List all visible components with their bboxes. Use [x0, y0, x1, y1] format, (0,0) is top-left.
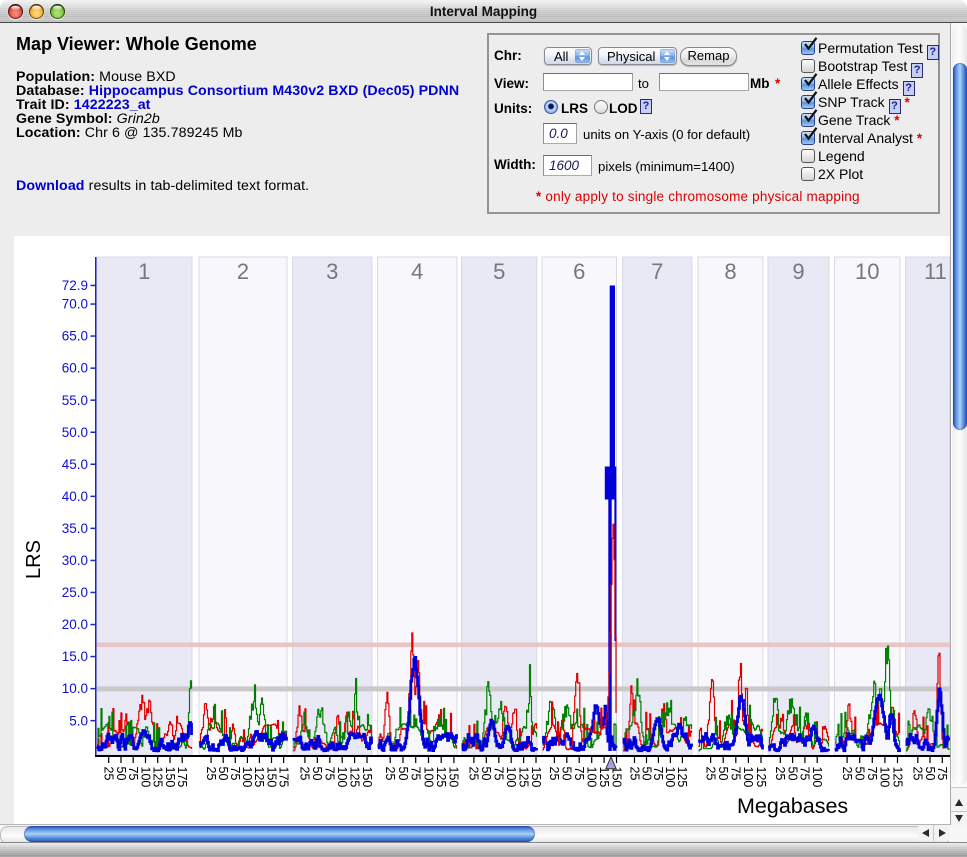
svg-text:75: 75	[651, 767, 665, 781]
svg-text:35.0: 35.0	[62, 521, 88, 536]
svg-text:75: 75	[572, 767, 586, 781]
svg-text:125: 125	[516, 767, 530, 788]
svg-text:175: 175	[276, 767, 290, 788]
svg-text:75: 75	[323, 767, 337, 781]
svg-text:100: 100	[585, 767, 599, 788]
svg-text:75: 75	[798, 767, 812, 781]
svg-text:100: 100	[240, 767, 254, 788]
svg-text:7: 7	[651, 259, 663, 284]
svg-text:25: 25	[911, 767, 925, 781]
svg-text:75: 75	[126, 767, 140, 781]
svg-text:3: 3	[326, 259, 338, 284]
svg-text:100: 100	[741, 767, 755, 788]
svg-text:125: 125	[347, 767, 361, 788]
svg-text:125: 125	[151, 767, 165, 788]
svg-text:10.0: 10.0	[62, 681, 88, 696]
svg-text:50: 50	[923, 767, 937, 781]
svg-text:50: 50	[785, 767, 799, 781]
svg-text:45.0: 45.0	[62, 457, 88, 472]
svg-text:50: 50	[310, 767, 324, 781]
svg-text:25: 25	[773, 767, 787, 781]
svg-text:50: 50	[560, 767, 574, 781]
svg-text:150: 150	[529, 767, 543, 788]
svg-text:72.9: 72.9	[62, 278, 88, 293]
svg-text:150: 150	[447, 767, 461, 788]
svg-text:50: 50	[114, 767, 128, 781]
svg-text:175: 175	[175, 767, 189, 788]
svg-text:100: 100	[138, 767, 152, 788]
svg-text:50: 50	[216, 767, 230, 781]
svg-text:50: 50	[716, 767, 730, 781]
svg-text:70.0: 70.0	[62, 297, 88, 312]
svg-text:75: 75	[729, 767, 743, 781]
svg-text:30.0: 30.0	[62, 553, 88, 568]
svg-text:25: 25	[627, 767, 641, 781]
svg-text:25: 25	[204, 767, 218, 781]
svg-text:150: 150	[163, 767, 177, 788]
svg-text:150: 150	[264, 767, 278, 788]
svg-text:Megabases: Megabases	[737, 794, 848, 818]
svg-text:65.0: 65.0	[62, 329, 88, 344]
svg-text:100: 100	[504, 767, 518, 788]
svg-text:125: 125	[434, 767, 448, 788]
svg-text:150: 150	[360, 767, 374, 788]
svg-text:50: 50	[396, 767, 410, 781]
svg-text:55.0: 55.0	[62, 393, 88, 408]
svg-text:75: 75	[228, 767, 242, 781]
svg-text:75: 75	[492, 767, 506, 781]
svg-text:75: 75	[935, 767, 949, 781]
svg-text:25: 25	[703, 767, 717, 781]
svg-text:150: 150	[609, 767, 623, 788]
svg-text:100: 100	[810, 767, 824, 788]
svg-text:10: 10	[855, 259, 879, 284]
svg-text:LRS: LRS	[23, 540, 45, 579]
svg-text:25: 25	[840, 767, 854, 781]
svg-text:40.0: 40.0	[62, 489, 88, 504]
svg-text:6: 6	[573, 259, 585, 284]
svg-text:100: 100	[663, 767, 677, 788]
svg-text:5: 5	[493, 259, 505, 284]
svg-text:100: 100	[878, 767, 892, 788]
svg-text:125: 125	[252, 767, 266, 788]
svg-text:75: 75	[409, 767, 423, 781]
svg-text:5.0: 5.0	[69, 713, 88, 728]
svg-text:4: 4	[411, 259, 423, 284]
svg-text:125: 125	[754, 767, 768, 788]
svg-text:15.0: 15.0	[62, 649, 88, 664]
svg-text:11: 11	[924, 259, 947, 284]
svg-text:125: 125	[597, 767, 611, 788]
svg-text:100: 100	[421, 767, 435, 788]
svg-text:25.0: 25.0	[62, 585, 88, 600]
svg-text:125: 125	[890, 767, 904, 788]
svg-text:9: 9	[792, 259, 804, 284]
svg-text:8: 8	[724, 259, 736, 284]
svg-text:1: 1	[138, 259, 150, 284]
svg-text:125: 125	[675, 767, 689, 788]
svg-text:50: 50	[639, 767, 653, 781]
svg-text:25: 25	[298, 767, 312, 781]
svg-text:75: 75	[865, 767, 879, 781]
svg-text:60.0: 60.0	[62, 361, 88, 376]
svg-text:50.0: 50.0	[62, 425, 88, 440]
svg-text:25: 25	[383, 767, 397, 781]
svg-text:20.0: 20.0	[62, 617, 88, 632]
svg-text:25: 25	[102, 767, 116, 781]
svg-text:25: 25	[467, 767, 481, 781]
svg-text:50: 50	[479, 767, 493, 781]
svg-text:100: 100	[335, 767, 349, 788]
svg-text:50: 50	[853, 767, 867, 781]
svg-text:25: 25	[547, 767, 561, 781]
svg-text:2: 2	[237, 259, 249, 284]
